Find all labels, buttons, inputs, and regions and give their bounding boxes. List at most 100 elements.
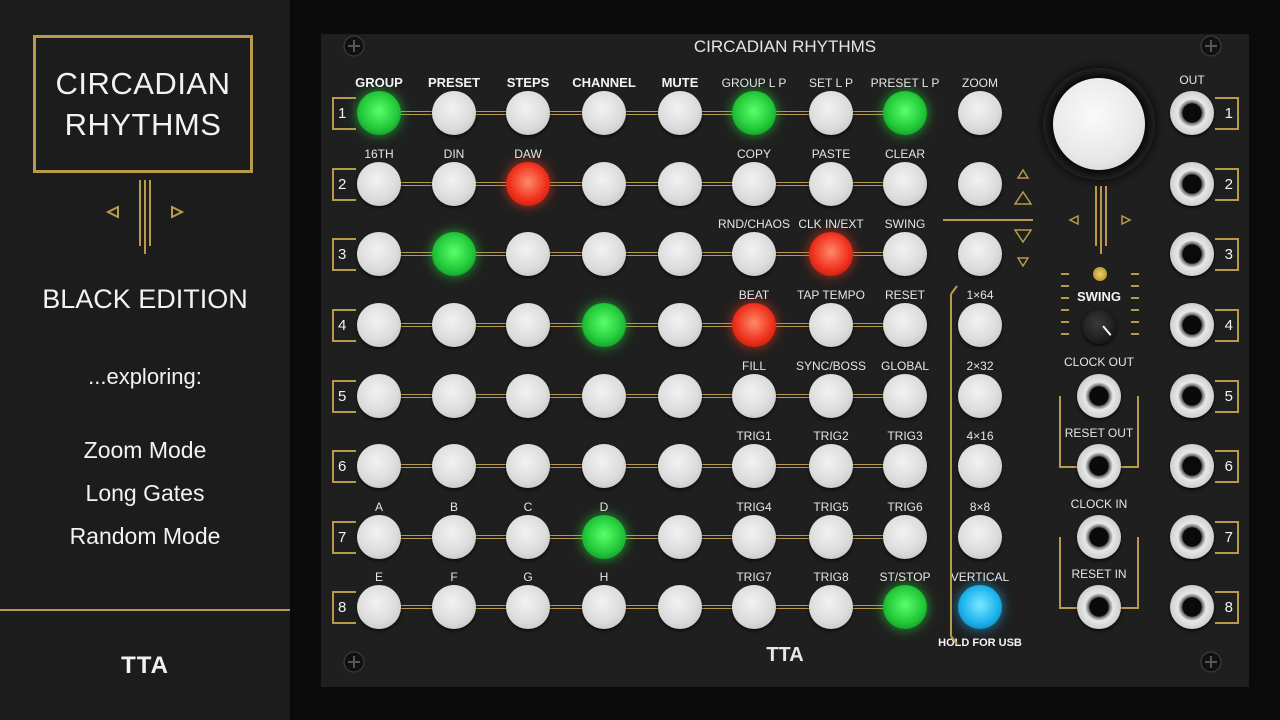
- output-jack[interactable]: [1170, 232, 1214, 276]
- screw-icon: [1200, 35, 1222, 57]
- row-number: 7: [332, 521, 356, 554]
- grid-button[interactable]: [732, 585, 776, 629]
- grid-button[interactable]: [506, 444, 550, 488]
- grid-button[interactable]: [432, 303, 476, 347]
- grid-button[interactable]: [357, 515, 401, 559]
- scroll-arrows-icon: [1013, 168, 1033, 268]
- grid-button[interactable]: [432, 91, 476, 135]
- button-label: DAW: [514, 147, 542, 161]
- grid-button[interactable]: [582, 515, 626, 559]
- grid-button[interactable]: [883, 91, 927, 135]
- grid-button[interactable]: [732, 515, 776, 559]
- grid-button[interactable]: [883, 232, 927, 276]
- grid-button[interactable]: [506, 162, 550, 206]
- grid-button[interactable]: [582, 303, 626, 347]
- grid-button[interactable]: [432, 515, 476, 559]
- row-number: 1: [332, 97, 356, 130]
- button-label: SYNC/BOSS: [795, 359, 867, 373]
- grid-button[interactable]: [883, 444, 927, 488]
- output-jack[interactable]: [1170, 374, 1214, 418]
- grid-button[interactable]: [809, 232, 853, 276]
- knob-ornament-icon: [1068, 186, 1132, 254]
- sidebar-logo: TTA: [121, 652, 169, 679]
- button-label: PRESET: [427, 75, 481, 90]
- grid-button[interactable]: [809, 374, 853, 418]
- grid-button[interactable]: [357, 374, 401, 418]
- grid-button[interactable]: [732, 162, 776, 206]
- grid-button[interactable]: [883, 374, 927, 418]
- grid-button[interactable]: [658, 303, 702, 347]
- main-knob[interactable]: [1043, 68, 1155, 180]
- output-number: 6: [1215, 450, 1239, 483]
- grid-button[interactable]: [809, 515, 853, 559]
- grid-button[interactable]: [658, 515, 702, 559]
- grid-button[interactable]: [357, 232, 401, 276]
- grid-button[interactable]: [883, 585, 927, 629]
- grid-button[interactable]: [658, 232, 702, 276]
- grid-button[interactable]: [506, 232, 550, 276]
- grid-button[interactable]: [658, 162, 702, 206]
- grid-button[interactable]: [809, 91, 853, 135]
- button-label: SWING: [884, 217, 926, 231]
- grid-button[interactable]: [582, 162, 626, 206]
- grid-button[interactable]: [658, 374, 702, 418]
- grid-button[interactable]: [883, 162, 927, 206]
- grid-button[interactable]: [357, 303, 401, 347]
- grid-button[interactable]: [582, 585, 626, 629]
- out-label: OUT: [1179, 73, 1205, 87]
- grid-button[interactable]: [732, 374, 776, 418]
- zoom-column-button[interactable]: [958, 91, 1002, 135]
- grid-button[interactable]: [432, 374, 476, 418]
- output-jack[interactable]: [1170, 162, 1214, 206]
- swing-knob[interactable]: [1082, 310, 1116, 344]
- grid-button[interactable]: [357, 162, 401, 206]
- button-label: G: [523, 570, 533, 584]
- output-jack[interactable]: [1170, 515, 1214, 559]
- grid-button[interactable]: [658, 444, 702, 488]
- grid-button[interactable]: [809, 585, 853, 629]
- grid-button[interactable]: [883, 303, 927, 347]
- grid-button[interactable]: [809, 303, 853, 347]
- grid-button[interactable]: [658, 585, 702, 629]
- grid-button[interactable]: [809, 162, 853, 206]
- grid-button[interactable]: [506, 303, 550, 347]
- grid-button[interactable]: [432, 232, 476, 276]
- sidebar-divider: [0, 609, 290, 611]
- grid-button[interactable]: [732, 444, 776, 488]
- gold-ornament-icon: [105, 180, 185, 254]
- grid-button[interactable]: [582, 444, 626, 488]
- grid-button[interactable]: [506, 585, 550, 629]
- reset-in-jack[interactable]: [1077, 585, 1121, 629]
- row-number: 2: [332, 168, 356, 201]
- button-label: STEPS: [506, 75, 550, 90]
- grid-button[interactable]: [432, 585, 476, 629]
- row-number: 5: [332, 380, 356, 413]
- grid-button[interactable]: [506, 374, 550, 418]
- output-jack[interactable]: [1170, 444, 1214, 488]
- panel-logo: TTA: [766, 644, 804, 666]
- grid-button[interactable]: [658, 91, 702, 135]
- grid-button[interactable]: [357, 585, 401, 629]
- grid-button[interactable]: [432, 444, 476, 488]
- output-jack[interactable]: [1170, 303, 1214, 347]
- grid-button[interactable]: [582, 232, 626, 276]
- grid-button[interactable]: [357, 91, 401, 135]
- grid-button[interactable]: [732, 91, 776, 135]
- grid-button[interactable]: [357, 444, 401, 488]
- output-jack[interactable]: [1170, 91, 1214, 135]
- reset-out-jack[interactable]: [1077, 444, 1121, 488]
- swing-label: SWING: [1076, 289, 1122, 304]
- row-number: 6: [332, 450, 356, 483]
- grid-button[interactable]: [883, 515, 927, 559]
- button-label: TRIG1: [736, 429, 772, 443]
- grid-button[interactable]: [582, 374, 626, 418]
- grid-button[interactable]: [732, 232, 776, 276]
- grid-button[interactable]: [506, 91, 550, 135]
- grid-button[interactable]: [809, 444, 853, 488]
- output-jack[interactable]: [1170, 585, 1214, 629]
- grid-button[interactable]: [732, 303, 776, 347]
- grid-button[interactable]: [432, 162, 476, 206]
- grid-button[interactable]: [506, 515, 550, 559]
- grid-button[interactable]: [582, 91, 626, 135]
- button-label: GLOBAL: [880, 359, 930, 373]
